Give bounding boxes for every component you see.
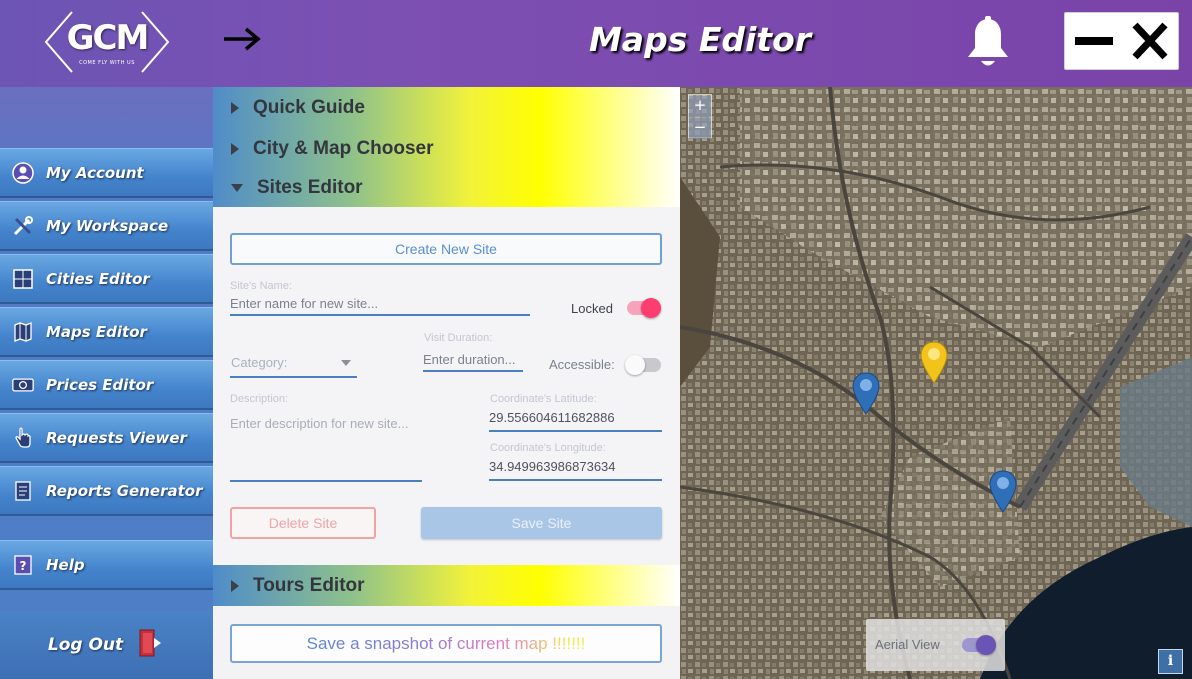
sidebar-item-label: Requests Viewer (46, 428, 187, 447)
page-title: Maps Editor (588, 20, 812, 59)
create-new-site-button[interactable]: Create New Site (230, 233, 662, 265)
toggle-knob (641, 298, 661, 318)
accordion-tours-editor[interactable]: Tours Editor (213, 565, 680, 606)
site-name-label: Site's Name: (230, 280, 293, 292)
accordion-title: Tours Editor (253, 574, 365, 596)
info-button[interactable]: i (1158, 649, 1183, 674)
close-icon[interactable] (1127, 21, 1171, 61)
sidebar: My Account My Workspace Cities Editor Ma… (0, 87, 213, 679)
hand-pointer-icon (12, 426, 34, 449)
accessible-label: Accessible: (549, 357, 615, 372)
locked-toggle[interactable] (627, 298, 661, 318)
longitude-label: Coordinate's Longitude: (490, 442, 606, 454)
sidebar-item-label: My Account (46, 163, 144, 182)
logo-text: GCM (66, 18, 150, 58)
sidebar-item-my-account[interactable]: My Account (0, 148, 213, 198)
editor-panel: Quick Guide City & Map Chooser Sites Edi… (213, 87, 680, 679)
sidebar-item-help[interactable]: ? Help (0, 540, 213, 590)
accordion-quick-guide[interactable]: Quick Guide (213, 87, 680, 128)
zoom-in-button[interactable]: + (689, 96, 711, 117)
window-controls (1064, 12, 1179, 70)
longitude-field[interactable]: 34.949963986873634 (489, 459, 662, 481)
collapse-arrow-icon (231, 183, 243, 192)
app-header: GCM COME FLY WITH US Maps Editor (0, 0, 1192, 87)
expand-arrow-icon (231, 101, 239, 114)
map-icon (12, 321, 34, 343)
category-placeholder: Category: (231, 355, 288, 370)
aerial-view-label: Aerial View (875, 637, 940, 652)
sites-editor-form: Create New Site Site's Name: Locked Cate… (213, 207, 680, 565)
logo-tagline: COME FLY WITH US (79, 60, 135, 66)
tools-icon (12, 215, 34, 237)
latitude-field[interactable]: 29.556604611682886 (489, 410, 662, 432)
sidebar-item-label: Reports Generator (46, 481, 203, 500)
city-grid-icon (12, 268, 34, 290)
chevron-down-icon (341, 360, 351, 366)
description-label: Description: (230, 393, 289, 405)
aerial-view-toggle[interactable] (962, 635, 996, 655)
accordion-title: Sites Editor (257, 176, 363, 198)
notification-bell-icon[interactable] (962, 15, 1014, 71)
report-icon (12, 480, 34, 502)
latitude-label: Coordinate's Latitude: (490, 393, 597, 405)
category-select[interactable]: Category: (230, 352, 357, 378)
help-icon: ? (12, 554, 34, 576)
sidebar-item-label: Help (46, 555, 85, 574)
accordion-sites-editor[interactable]: Sites Editor (213, 167, 680, 208)
exit-door-icon (137, 628, 165, 662)
money-icon (12, 374, 34, 396)
locked-label: Locked (571, 301, 613, 316)
sidebar-item-cities-editor[interactable]: Cities Editor (0, 254, 213, 304)
sidebar-item-prices-editor[interactable]: Prices Editor (0, 360, 213, 410)
expand-arrow-icon (231, 142, 239, 155)
logout-label: Log Out (47, 635, 124, 655)
gcm-logo: GCM COME FLY WITH US (44, 10, 170, 74)
svg-text:?: ? (20, 559, 27, 573)
toggle-knob (625, 355, 645, 375)
zoom-out-button[interactable]: − (689, 118, 711, 139)
accessible-toggle[interactable] (625, 355, 661, 375)
sidebar-item-label: My Workspace (46, 216, 169, 235)
logout-button[interactable]: Log Out (0, 611, 213, 679)
save-site-button[interactable]: Save Site (421, 507, 662, 539)
sidebar-item-reports-generator[interactable]: Reports Generator (0, 466, 213, 516)
save-snapshot-label: Save a snapshot of current map !!!!!!! (306, 634, 586, 653)
sidebar-item-maps-editor[interactable]: Maps Editor (0, 307, 213, 357)
expand-menu-arrow-icon[interactable] (222, 26, 262, 52)
toggle-knob (976, 635, 996, 655)
delete-site-button[interactable]: Delete Site (230, 507, 376, 539)
accordion-title: City & Map Chooser (253, 137, 434, 159)
sidebar-item-label: Prices Editor (46, 375, 154, 394)
map-marker-blue-icon[interactable] (989, 470, 1017, 514)
sidebar-item-my-workspace[interactable]: My Workspace (0, 201, 213, 251)
zoom-controls: + − (688, 94, 712, 139)
sidebar-item-label: Maps Editor (46, 322, 147, 341)
satellite-map[interactable] (680, 87, 1192, 679)
user-circle-icon (12, 161, 34, 184)
map-marker-yellow-icon[interactable] (920, 341, 948, 385)
accordion-title: Quick Guide (253, 96, 365, 118)
visit-duration-input[interactable] (423, 352, 523, 372)
visit-duration-label: Visit Duration: (424, 332, 493, 344)
aerial-view-toggle-box[interactable]: Aerial View (866, 619, 1005, 671)
sidebar-item-label: Cities Editor (46, 269, 150, 288)
accordion-city-map-chooser[interactable]: City & Map Chooser (213, 128, 680, 169)
map-marker-blue-icon[interactable] (852, 372, 880, 416)
save-snapshot-button[interactable]: Save a snapshot of current map !!!!!!! (230, 624, 662, 663)
sidebar-item-requests-viewer[interactable]: Requests Viewer (0, 413, 213, 463)
expand-arrow-icon (231, 579, 239, 592)
site-name-input[interactable] (230, 296, 530, 316)
minimize-icon[interactable] (1073, 21, 1117, 61)
description-textarea[interactable] (230, 416, 422, 482)
